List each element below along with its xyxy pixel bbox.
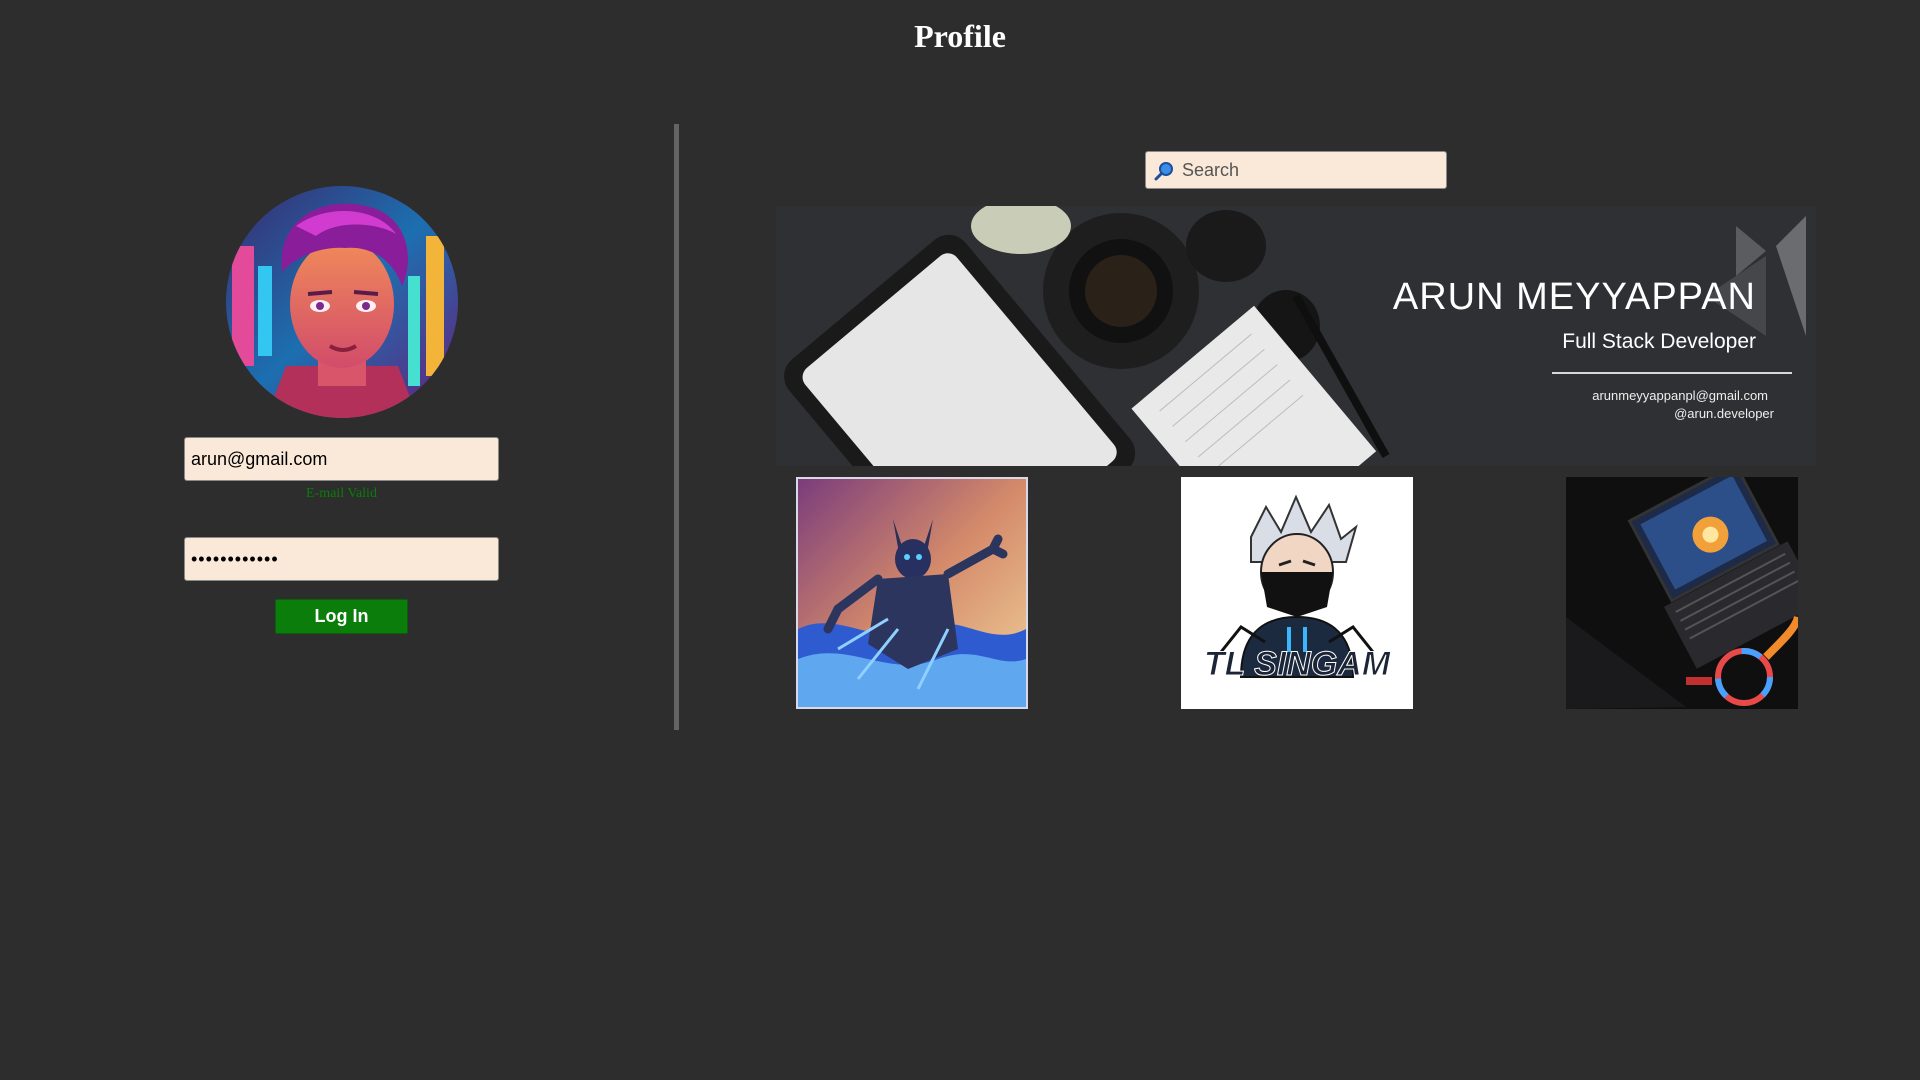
panel-divider — [674, 124, 679, 730]
banner-divider — [1552, 372, 1792, 374]
banner-name: ARUN MEYYAPPAN — [1392, 276, 1756, 318]
gallery-image-logo[interactable]: TL SINGAM — [1181, 477, 1413, 709]
page-title: Profile — [914, 18, 1006, 54]
banner-email: arunmeyyappanpl@gmail.com — [1592, 388, 1768, 403]
email-field[interactable] — [184, 437, 499, 481]
banner-role: Full Stack Developer — [1562, 330, 1756, 353]
search-input[interactable] — [1178, 152, 1448, 188]
profile-avatar — [226, 186, 458, 418]
email-validation-message: E-mail Valid — [306, 486, 377, 501]
password-field[interactable] — [184, 537, 499, 581]
logo-text: TL SINGAM — [1204, 645, 1391, 683]
search-box[interactable] — [1145, 151, 1448, 189]
gallery-image-laptop[interactable] — [1566, 477, 1798, 709]
login-button[interactable]: Log In — [275, 599, 408, 634]
profile-banner: ARUN MEYYAPPAN Full Stack Developer arun… — [776, 206, 1816, 466]
search-icon — [1154, 161, 1174, 181]
banner-handle: @arun.developer — [1674, 406, 1774, 421]
gallery-image-warrior[interactable] — [796, 477, 1028, 709]
